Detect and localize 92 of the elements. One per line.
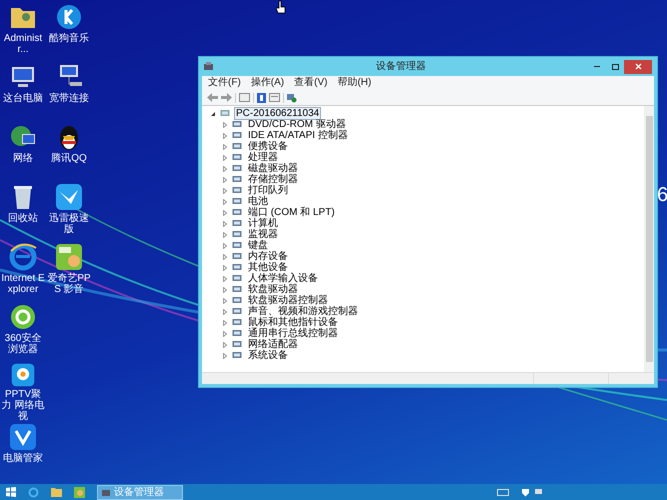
browser-icon bbox=[8, 302, 38, 332]
expanded-arrow-icon bbox=[210, 110, 216, 116]
tree-item[interactable]: 系统设备 bbox=[246, 349, 290, 362]
tree-item[interactable]: 监视器 bbox=[246, 228, 280, 241]
tree-item[interactable]: 便携设备 bbox=[246, 140, 290, 153]
expand-toggle[interactable] bbox=[222, 242, 228, 248]
tree-item[interactable]: 计算机 bbox=[246, 217, 280, 230]
tree-item[interactable]: 电池 bbox=[246, 195, 270, 208]
expand-toggle[interactable] bbox=[222, 264, 228, 270]
close-button[interactable] bbox=[624, 60, 652, 74]
expand-toggle[interactable] bbox=[222, 188, 228, 194]
expand-toggle[interactable] bbox=[222, 352, 228, 358]
expand-toggle[interactable] bbox=[222, 176, 228, 182]
expand-toggle[interactable] bbox=[222, 276, 228, 282]
expand-toggle[interactable] bbox=[222, 254, 228, 260]
tree-item[interactable]: PC-201606211034 bbox=[234, 107, 322, 120]
expand-toggle[interactable] bbox=[222, 122, 228, 128]
desktop-icon-label[interactable]: 这台电脑 bbox=[3, 93, 43, 104]
tree-item[interactable]: 存储控制器 bbox=[246, 173, 300, 186]
video-app-icon bbox=[54, 242, 84, 272]
expand-toggle[interactable] bbox=[222, 320, 228, 326]
expand-toggle[interactable] bbox=[222, 166, 228, 172]
desktop-icon-label[interactable]: 迅雷极速版 bbox=[46, 213, 92, 235]
keyboard-icon[interactable] bbox=[497, 488, 509, 496]
menu-item[interactable]: 查看(V) bbox=[294, 77, 328, 89]
expand-toggle[interactable] bbox=[222, 220, 228, 226]
expand-toggle[interactable] bbox=[222, 132, 228, 138]
tree-item[interactable]: IDE ATA/ATAPI 控制器 bbox=[246, 129, 350, 142]
desktop-icon-label[interactable]: PPTV聚力 网络电视 bbox=[0, 389, 46, 422]
network-icon[interactable] bbox=[534, 488, 543, 496]
hand-cursor-icon bbox=[276, 0, 286, 14]
tree-item[interactable]: 软盘驱动器控制器 bbox=[246, 294, 330, 307]
browser-icon bbox=[8, 242, 38, 272]
tree-item[interactable]: 磁盘驱动器 bbox=[246, 162, 300, 175]
tree-item[interactable]: 软盘驱动器 bbox=[246, 283, 300, 296]
tree-item[interactable]: DVD/CD-ROM 驱动器 bbox=[246, 118, 348, 131]
back-arrow-icon[interactable] bbox=[207, 93, 218, 102]
tree-item[interactable]: 键盘 bbox=[246, 239, 270, 252]
tree-item[interactable]: 人体学输入设备 bbox=[246, 272, 320, 285]
forward-arrow-icon[interactable] bbox=[221, 93, 232, 102]
expand-toggle[interactable] bbox=[210, 110, 216, 116]
expand-toggle[interactable] bbox=[222, 298, 228, 304]
video-app-icon[interactable] bbox=[74, 486, 85, 498]
desktop-icon-label[interactable]: 360安全浏览器 bbox=[0, 333, 46, 355]
close-icon bbox=[634, 63, 642, 70]
desktop-icon-label[interactable]: 电脑管家 bbox=[3, 453, 43, 464]
tree-item[interactable]: 声音、视频和游戏控制器 bbox=[246, 305, 360, 318]
tree-item[interactable]: 鼠标和其他指针设备 bbox=[246, 316, 340, 329]
window-title: 设备管理器 bbox=[375, 60, 427, 74]
scan-hardware-icon[interactable] bbox=[287, 92, 297, 102]
desktop-icon-label[interactable]: 网络 bbox=[13, 153, 33, 164]
expand-toggle[interactable] bbox=[222, 342, 228, 348]
tree-item[interactable]: 端口 (COM 和 LPT) bbox=[246, 206, 337, 219]
desktop-icon-label[interactable]: 宽带连接 bbox=[49, 93, 89, 104]
expand-toggle[interactable] bbox=[222, 210, 228, 216]
expand-toggle[interactable] bbox=[222, 154, 228, 160]
expand-toggle[interactable] bbox=[222, 308, 228, 314]
tree-item[interactable]: 内存设备 bbox=[246, 250, 290, 263]
folder-icon[interactable] bbox=[51, 487, 62, 497]
view-icon[interactable] bbox=[269, 93, 280, 102]
tree-item[interactable]: 其他设备 bbox=[246, 261, 290, 274]
expand-toggle[interactable] bbox=[222, 144, 228, 150]
tree-item[interactable]: 网络适配器 bbox=[246, 338, 300, 351]
browser-icon[interactable] bbox=[28, 486, 39, 498]
tree-item[interactable]: 打印队列 bbox=[246, 184, 290, 197]
desktop-icon-label[interactable]: 腾讯QQ bbox=[51, 153, 87, 164]
desktop-icon-label[interactable]: 爱奇艺PPS 影音 bbox=[46, 273, 92, 295]
scrollbar[interactable] bbox=[644, 106, 654, 372]
desktop-icon-label[interactable]: 回收站 bbox=[8, 213, 38, 224]
menu-item[interactable]: 帮助(H) bbox=[337, 77, 372, 89]
tree-item[interactable]: 通用串行总线控制器 bbox=[246, 327, 340, 340]
expand-toggle[interactable] bbox=[222, 232, 228, 238]
expand-toggle[interactable] bbox=[222, 330, 228, 336]
app-icon bbox=[204, 62, 214, 71]
desktop-icon-label[interactable]: Internet Explorer bbox=[0, 273, 46, 295]
expand-toggle[interactable] bbox=[222, 286, 228, 292]
tree-item[interactable]: 处理器 bbox=[246, 151, 280, 164]
shield-icon[interactable] bbox=[521, 488, 530, 496]
shield-icon bbox=[8, 422, 38, 452]
properties-icon[interactable] bbox=[239, 93, 250, 102]
start-icon[interactable] bbox=[6, 487, 16, 497]
desktop-icon-label[interactable]: 酷狗音乐 bbox=[49, 33, 89, 44]
music-app-icon bbox=[54, 2, 84, 32]
desktop-icon-label[interactable]: Administr... bbox=[0, 33, 46, 55]
menu-item[interactable]: 操作(A) bbox=[250, 77, 284, 89]
app-icon bbox=[102, 488, 111, 496]
menu-item[interactable]: 文件(F) bbox=[208, 77, 241, 89]
expand-toggle[interactable] bbox=[222, 198, 228, 204]
computer-icon bbox=[220, 109, 230, 118]
bird-app-icon bbox=[54, 182, 84, 212]
desktop-text: 6 bbox=[657, 184, 667, 206]
help-icon[interactable] bbox=[257, 92, 266, 102]
